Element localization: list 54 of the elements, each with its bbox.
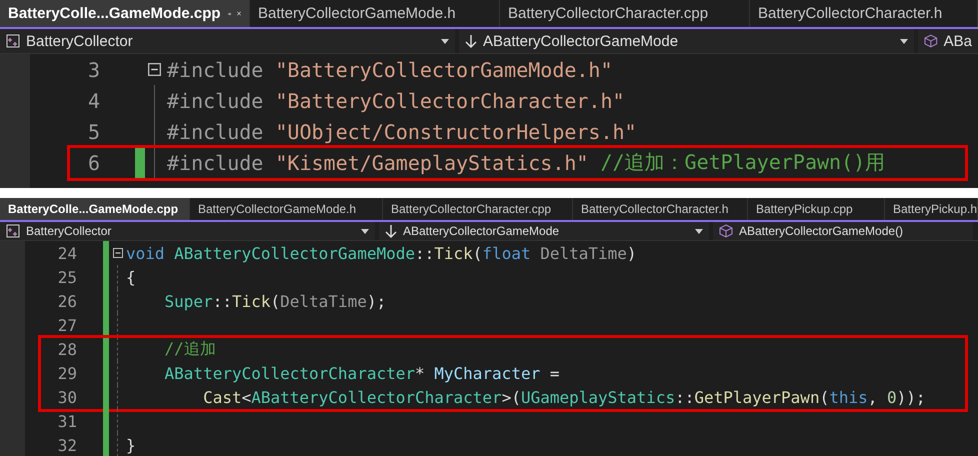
project-dropdown[interactable]: BatteryCollector xyxy=(0,29,455,53)
caret-icon[interactable] xyxy=(900,38,908,44)
tab-label: BatteryCollectorCharacter.cpp xyxy=(508,5,710,22)
caret-icon[interactable] xyxy=(441,38,449,44)
line-number: 6 xyxy=(88,150,100,174)
caret-icon[interactable] xyxy=(361,228,369,234)
tab-label: BatteryCollectorCharacter.h xyxy=(581,202,730,216)
down-arrow-icon xyxy=(465,34,477,48)
line-number: 28 xyxy=(58,340,77,358)
code-line: //追加 xyxy=(164,338,216,360)
code-line: ABatteryCollectorCharacter* MyCharacter = xyxy=(164,362,560,384)
tab-label: BatteryColle...GameMode.cpp xyxy=(8,5,221,22)
cube-icon xyxy=(924,34,938,48)
tab-label: BatteryCollectorCharacter.h xyxy=(758,5,944,22)
tab-label: BatteryPickup.cpp xyxy=(756,202,854,216)
member-dropdown[interactable]: ABatteryCollectorGameMode() xyxy=(713,222,973,240)
code-line: Super::Tick(DeltaTime); xyxy=(164,290,386,312)
file-tab[interactable]: BatteryColle...GameMode.cpp xyxy=(0,198,190,220)
line-number: 32 xyxy=(58,436,77,454)
line-number: 3 xyxy=(88,58,100,82)
down-arrow-icon xyxy=(385,224,397,238)
cube-icon xyxy=(719,224,733,238)
tab-label: BatteryPickup.h xyxy=(893,202,978,216)
tab-label: BatteryColle...GameMode.cpp xyxy=(8,202,178,216)
code-line: Cast<ABatteryCollectorCharacter>(UGameplayStatics::GetPlayerPawn(this, 0)); xyxy=(202,386,926,408)
project-icon xyxy=(6,224,20,238)
collapse-icon[interactable] xyxy=(148,63,161,76)
project-icon xyxy=(6,34,20,48)
code-line: void ABatteryCollectorGameMode::Tick(float DeltaTime) xyxy=(126,242,637,264)
code-line: #include "BatteryCollectorGameMode.h" xyxy=(167,56,613,84)
tab-label: BatteryCollectorGameMode.h xyxy=(258,5,457,22)
file-tab[interactable]: BatteryColle...GameMode.cpp xyxy=(0,0,250,27)
collapse-icon[interactable] xyxy=(113,248,123,258)
code-line: #include "UObject/ConstructorHelpers.h" xyxy=(167,118,637,146)
line-number: 5 xyxy=(88,120,100,144)
line-number: 30 xyxy=(58,388,77,406)
line-number: 29 xyxy=(58,364,77,382)
tab-label: BatteryCollectorGameMode.h xyxy=(198,202,358,216)
code-line: { xyxy=(126,266,136,288)
member-dropdown[interactable]: ABa xyxy=(918,29,978,53)
scope-dropdown[interactable]: ABatteryCollectorGameMode xyxy=(379,222,709,240)
line-number: 31 xyxy=(58,412,77,430)
line-number: 27 xyxy=(58,316,77,334)
code-line: #include "Kismet/GameplayStatics.h" //追加：GetPlayerPawn()用 xyxy=(167,149,886,176)
caret-icon[interactable] xyxy=(695,228,703,234)
line-number: 4 xyxy=(88,88,100,112)
line-number: 25 xyxy=(58,268,77,286)
code-line: #include "BatteryCollectorCharacter.h" xyxy=(167,88,625,114)
tab-label: BatteryCollectorCharacter.cpp xyxy=(391,202,552,216)
line-number: 24 xyxy=(58,244,77,262)
line-number: 26 xyxy=(58,292,77,310)
scope-dropdown[interactable]: ABatteryCollectorGameMode xyxy=(459,29,914,53)
project-dropdown[interactable]: BatteryCollector xyxy=(0,222,375,240)
code-line: } xyxy=(126,434,136,456)
